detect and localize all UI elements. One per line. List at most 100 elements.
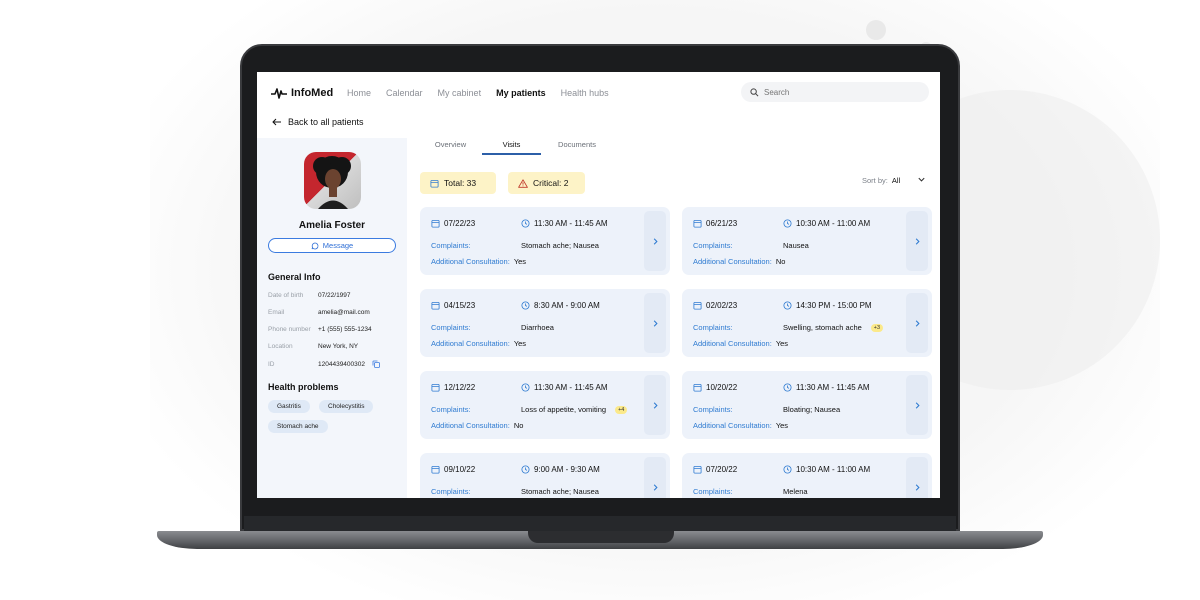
visit-time: 11:30 AM - 11:45 AM [783, 383, 870, 392]
open-visit-button[interactable] [906, 457, 928, 498]
visit-time-text: 9:00 AM - 9:30 AM [534, 465, 600, 474]
visit-time: 11:30 AM - 11:45 AM [521, 383, 608, 392]
clock-icon [521, 219, 530, 228]
complaints-label: Complaints: [431, 323, 471, 332]
chevron-right-icon [653, 483, 658, 491]
visit-time-text: 14:30 PM - 15:00 PM [796, 301, 872, 310]
brand-logo[interactable]: InfoMed [271, 87, 333, 99]
visit-card[interactable]: 07/20/22 10:30 AM - 11:00 AM Complaints: Me… [682, 453, 932, 498]
visit-date-text: 07/20/22 [706, 465, 738, 474]
chevron-down-icon[interactable] [917, 175, 926, 184]
visit-additional-row: Additional Consultation: Yes [431, 257, 526, 266]
total-visits-badge[interactable]: Total: 33 [420, 172, 496, 194]
calendar-icon [693, 301, 702, 310]
calendar-icon [693, 383, 702, 392]
visit-additional-row: Additional Consultation: Yes [693, 421, 788, 430]
visit-card[interactable]: 06/21/23 10:30 AM - 11:00 AM Complaints: Na… [682, 207, 932, 275]
visit-time-text: 11:30 AM - 11:45 AM [534, 219, 608, 228]
visit-date: 12/12/22 [431, 383, 521, 392]
chevron-right-icon [915, 237, 920, 245]
visit-datetime-row: 07/20/22 10:30 AM - 11:00 AM [693, 465, 870, 474]
complaints-label: Complaints: [693, 487, 733, 496]
back-link[interactable]: Back to all patients [272, 117, 364, 127]
nav-health-hubs[interactable]: Health hubs [561, 88, 609, 98]
nav-my-cabinet[interactable]: My cabinet [438, 88, 482, 98]
message-button[interactable]: Message [268, 238, 396, 253]
info-id: ID 1204439400302 [268, 360, 380, 368]
nav-home[interactable]: Home [347, 88, 371, 98]
visit-card[interactable]: 09/10/22 9:00 AM - 9:30 AM Complaints: Stom… [420, 453, 670, 498]
complaints-label: Complaints: [431, 487, 471, 496]
additional-value: Yes [775, 421, 789, 430]
complaints-label: Complaints: [693, 405, 733, 414]
info-value: amelia@mail.com [318, 309, 370, 316]
open-visit-button[interactable] [906, 293, 928, 353]
visit-additional-row: Additional Consultation: Yes [693, 339, 788, 348]
search-box[interactable] [741, 82, 929, 102]
visit-time: 14:30 PM - 15:00 PM [783, 301, 872, 310]
visit-datetime-row: 09/10/22 9:00 AM - 9:30 AM [431, 465, 600, 474]
tab-documents[interactable]: Documents [541, 136, 613, 155]
additional-label: Additional Consultation: [431, 257, 510, 266]
visit-complaints-row: Complaints: Melena [693, 487, 808, 496]
visit-date: 02/02/23 [693, 301, 783, 310]
critical-visits-badge[interactable]: Critical: 2 [508, 172, 585, 194]
info-phone: Phone number +1 (555) 555-1234 [268, 326, 372, 333]
complaints-value: Diarrhoea [521, 323, 554, 332]
visit-additional-row: Additional Consultation: No [693, 257, 785, 266]
sort-control[interactable]: Sort by: All [862, 176, 900, 185]
avatar-portrait [313, 156, 351, 209]
open-visit-button[interactable] [644, 457, 666, 498]
open-visit-button[interactable] [906, 211, 928, 271]
open-visit-button[interactable] [644, 211, 666, 271]
open-visit-button[interactable] [644, 375, 666, 435]
visit-card[interactable]: 04/15/23 8:30 AM - 9:00 AM Complaints: Diar… [420, 289, 670, 357]
visit-complaints-row: Complaints: Stomach ache; Nausea [431, 487, 599, 496]
additional-label: Additional Consultation: [693, 339, 772, 348]
additional-value: Yes [775, 339, 789, 348]
background-dot [866, 20, 886, 40]
critical-visits-label: Critical: 2 [533, 178, 569, 188]
main-nav: Home Calendar My cabinet My patients Hea… [347, 88, 609, 98]
total-visits-label: Total: 33 [444, 178, 477, 188]
visit-card[interactable]: 07/22/23 11:30 AM - 11:45 AM Complaints: St… [420, 207, 670, 275]
complaints-value: Melena [783, 487, 808, 496]
complaints-label: Complaints: [431, 241, 471, 250]
chevron-right-icon [915, 483, 920, 491]
tab-visits[interactable]: Visits [482, 136, 541, 155]
complaints-label: Complaints: [693, 323, 733, 332]
complaints-label: Complaints: [693, 241, 733, 250]
complaints-value: Bloating; Nausea [783, 405, 841, 414]
laptop-notch [528, 531, 674, 543]
info-label: Location [268, 343, 293, 350]
app-screen: InfoMed Home Calendar My cabinet My pati… [257, 72, 940, 498]
more-complaints-badge[interactable]: +4 [615, 405, 628, 414]
visit-date: 06/21/23 [693, 219, 783, 228]
search-input[interactable] [764, 87, 914, 97]
general-info-title: General Info [268, 272, 321, 282]
visit-card[interactable]: 10/20/22 11:30 AM - 11:45 AM Complaints: Bl… [682, 371, 932, 439]
health-problem-chip: Cholecystitis [319, 400, 374, 413]
complaints-value: Stomach ache; Nausea [521, 487, 599, 496]
clock-icon [783, 219, 792, 228]
copy-icon[interactable] [372, 360, 380, 368]
visit-date-text: 02/02/23 [706, 301, 738, 310]
complaints-value: Stomach ache; Nausea [521, 241, 599, 250]
nav-calendar[interactable]: Calendar [386, 88, 423, 98]
visit-card[interactable]: 12/12/22 11:30 AM - 11:45 AM Complaints: Lo… [420, 371, 670, 439]
nav-my-patients[interactable]: My patients [496, 88, 546, 98]
visit-time-text: 11:30 AM - 11:45 AM [796, 383, 870, 392]
more-complaints-badge[interactable]: +3 [870, 323, 884, 332]
complaints-value: Loss of appetite, vomiting [521, 405, 607, 414]
chevron-right-icon [653, 319, 658, 327]
tab-overview[interactable]: Overview [419, 136, 482, 155]
open-visit-button[interactable] [906, 375, 928, 435]
additional-value: Yes [513, 257, 527, 266]
info-label: ID [268, 360, 275, 368]
patient-name: Amelia Foster [298, 220, 366, 231]
laptop-bezel [244, 516, 956, 531]
visit-date: 07/20/22 [693, 465, 783, 474]
visit-card[interactable]: 02/02/23 14:30 PM - 15:00 PM Complaints: Sw… [682, 289, 932, 357]
search-icon [750, 87, 759, 96]
open-visit-button[interactable] [644, 293, 666, 353]
